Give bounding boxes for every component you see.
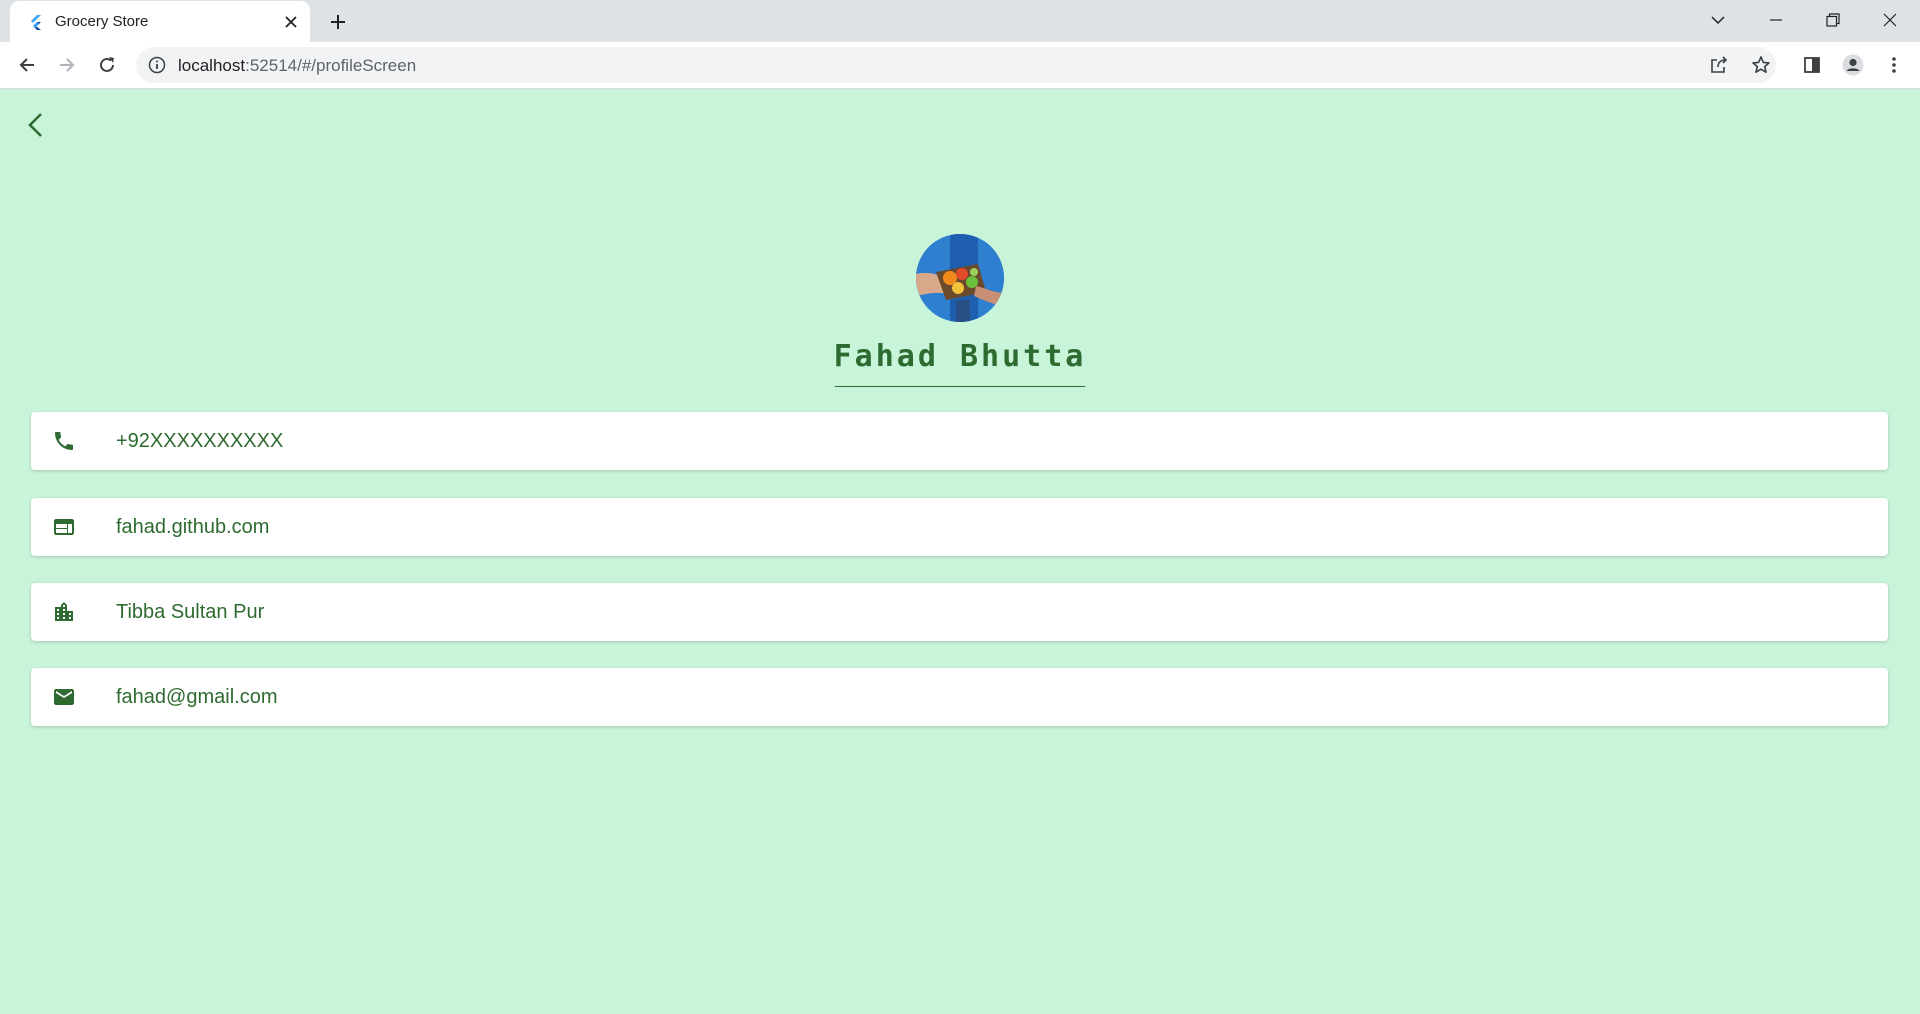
phone-icon	[51, 428, 77, 454]
back-arrow-icon[interactable]	[13, 51, 41, 79]
contact-card-web[interactable]: fahad.github.com	[31, 498, 1888, 556]
profile-avatar-icon[interactable]	[1839, 51, 1867, 79]
side-panel-icon[interactable]	[1798, 51, 1826, 79]
site-info-icon[interactable]	[148, 56, 166, 74]
flutter-favicon-icon	[28, 14, 44, 30]
avatar	[916, 234, 1004, 322]
name-divider	[835, 386, 1085, 387]
bookmark-star-icon[interactable]	[1750, 54, 1772, 76]
back-chevron-icon[interactable]	[20, 109, 52, 141]
reload-icon[interactable]	[93, 51, 121, 79]
email-text: fahad@gmail.com	[116, 686, 278, 708]
browser-tab-strip: Grocery Store	[0, 0, 1920, 42]
browser-tab[interactable]: Grocery Store	[10, 1, 310, 42]
new-tab-icon[interactable]	[326, 10, 350, 34]
tab-search-chevron-icon[interactable]	[1702, 6, 1734, 34]
web-icon	[51, 514, 77, 540]
grocery-basket-photo-icon	[916, 234, 1004, 322]
minimize-icon[interactable]	[1760, 6, 1792, 34]
url-host: localhost	[178, 56, 246, 75]
tab-close-icon[interactable]	[281, 12, 301, 32]
website-text: fahad.github.com	[116, 516, 270, 538]
forward-arrow-icon[interactable]	[53, 51, 81, 79]
address-text: Tibba Sultan Pur	[116, 601, 265, 623]
contact-card-email[interactable]: fahad@gmail.com	[31, 668, 1888, 726]
phone-text: +92XXXXXXXXXX	[116, 430, 284, 452]
address-bar[interactable]: localhost:52514/#/profileScreen	[136, 47, 1776, 83]
browser-toolbar: localhost:52514/#/profileScreen	[0, 42, 1920, 89]
url-text: localhost:52514/#/profileScreen	[178, 56, 416, 76]
restore-icon[interactable]	[1817, 6, 1849, 34]
email-icon	[51, 684, 77, 710]
profile-name: Fahad Bhutta	[833, 339, 1087, 374]
location-city-icon	[51, 599, 77, 625]
tab-title: Grocery Store	[55, 13, 149, 30]
contact-card-phone[interactable]: +92XXXXXXXXXX	[31, 412, 1888, 470]
profile-screen: Fahad Bhutta +92XXXXXXXXXX fahad.github.…	[0, 89, 1920, 1014]
url-path: :52514/#/profileScreen	[245, 56, 417, 75]
share-icon[interactable]	[1708, 54, 1730, 76]
contact-card-address[interactable]: Tibba Sultan Pur	[31, 583, 1888, 641]
chrome-menu-icon[interactable]	[1880, 51, 1908, 79]
close-window-icon[interactable]	[1874, 6, 1906, 34]
